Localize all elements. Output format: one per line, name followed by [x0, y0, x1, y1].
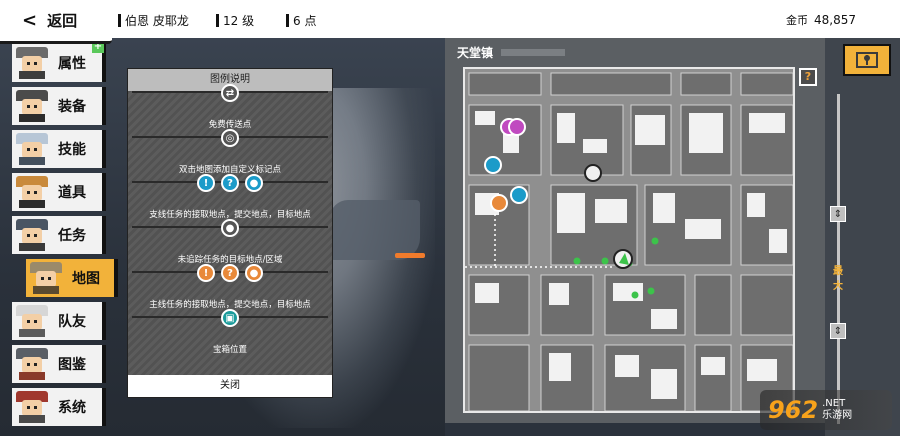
avatar	[16, 90, 48, 122]
side-menu: 属性 + 装备技能道具任务地图队友图鉴系统	[12, 41, 118, 431]
player-name: 伯恩 皮耶龙	[118, 12, 189, 29]
sidebar-item-label: 装备	[58, 99, 86, 115]
map-icon	[856, 52, 878, 68]
fast-travel-icon: ⇄	[221, 84, 239, 102]
avatar	[16, 47, 48, 79]
zoom-slider[interactable]: ⇕ 最大 ⇕	[830, 94, 846, 424]
mech-figure	[330, 200, 420, 260]
avatar	[30, 262, 62, 294]
avatar	[16, 219, 48, 251]
site-watermark: 962 .NET 乐游网	[760, 390, 892, 430]
legend-label: 宝箱位置	[212, 345, 247, 355]
sidebar-item-label: 队友	[58, 314, 86, 330]
back-label: 返回	[47, 12, 78, 30]
map-help-button[interactable]: ?	[799, 68, 817, 86]
town-map[interactable]	[463, 67, 795, 413]
sidebar-item-label: 任务	[58, 228, 86, 244]
sidebar-item-label: 技能	[58, 142, 86, 158]
close-button[interactable]: 关闭	[128, 375, 332, 397]
skill-points: 6 点	[286, 12, 316, 29]
zoom-max-label: 最大	[833, 266, 843, 292]
sidebar-item-6[interactable]: 队友	[12, 302, 106, 340]
main-quest-target-icon: ●	[245, 264, 263, 282]
mech-eye	[395, 253, 425, 258]
top-bar: < 返回 伯恩 皮耶龙 12 级 6 点 金币 48,857	[0, 0, 900, 44]
side-quest-submit-icon: ?	[221, 174, 239, 192]
gold-value: 48,857	[814, 13, 856, 27]
map-controls: ⇕ 最大 ⇕	[825, 38, 900, 436]
gold-display: 金币 48,857	[786, 12, 856, 28]
sidebar-item-label: 属性	[58, 56, 86, 72]
sidebar-item-label: 道具	[58, 185, 86, 201]
side-quest-accept-icon: !	[197, 174, 215, 192]
map-panel: 天堂镇 ?	[445, 38, 825, 423]
side-quest-target-icon: ●	[245, 174, 263, 192]
avatar	[16, 176, 48, 208]
sidebar-item-2[interactable]: 技能	[12, 130, 106, 168]
sidebar-item-4[interactable]: 任务	[12, 216, 106, 254]
sidebar-item-5[interactable]: 地图	[26, 259, 118, 297]
sidebar-item-label: 系统	[58, 400, 86, 416]
main-quest-accept-icon: !	[197, 264, 215, 282]
custom-marker-icon: ◎	[221, 129, 239, 147]
sidebar-item-1[interactable]: 装备	[12, 87, 106, 125]
sidebar-item-3[interactable]: 道具	[12, 173, 106, 211]
map-title: 天堂镇	[457, 44, 566, 61]
gold-label: 金币	[786, 14, 808, 27]
untracked-target-icon: ●	[221, 219, 239, 237]
map-canvas[interactable]	[465, 69, 795, 413]
legend-panel: 图例说明 ⇄ 免费传送点 ◎ 双击地图添加自定义标记点!? ● 支线任务的接取地点，提交地…	[127, 68, 333, 398]
chevron-left-icon: <	[22, 10, 38, 31]
back-button[interactable]: < 返回	[0, 0, 112, 44]
player-level: 12 级	[216, 12, 254, 29]
main-quest-submit-icon: ?	[221, 264, 239, 282]
zoom-handle-top[interactable]: ⇕	[830, 206, 846, 222]
sidebar-item-7[interactable]: 图鉴	[12, 345, 106, 383]
map-toggle-button[interactable]	[843, 44, 891, 76]
sidebar-item-label: 图鉴	[58, 357, 86, 373]
sidebar-item-0[interactable]: 属性 +	[12, 41, 106, 82]
zoom-handle-bottom[interactable]: ⇕	[830, 323, 846, 339]
sidebar-item-8[interactable]: 系统	[12, 388, 106, 426]
legend-row: ▣ 宝箱位置	[132, 309, 328, 361]
avatar	[16, 348, 48, 380]
avatar	[16, 305, 48, 337]
sidebar-item-label: 地图	[72, 271, 100, 287]
chest-icon: ▣	[221, 309, 239, 327]
avatar	[16, 391, 48, 423]
avatar	[16, 133, 48, 165]
